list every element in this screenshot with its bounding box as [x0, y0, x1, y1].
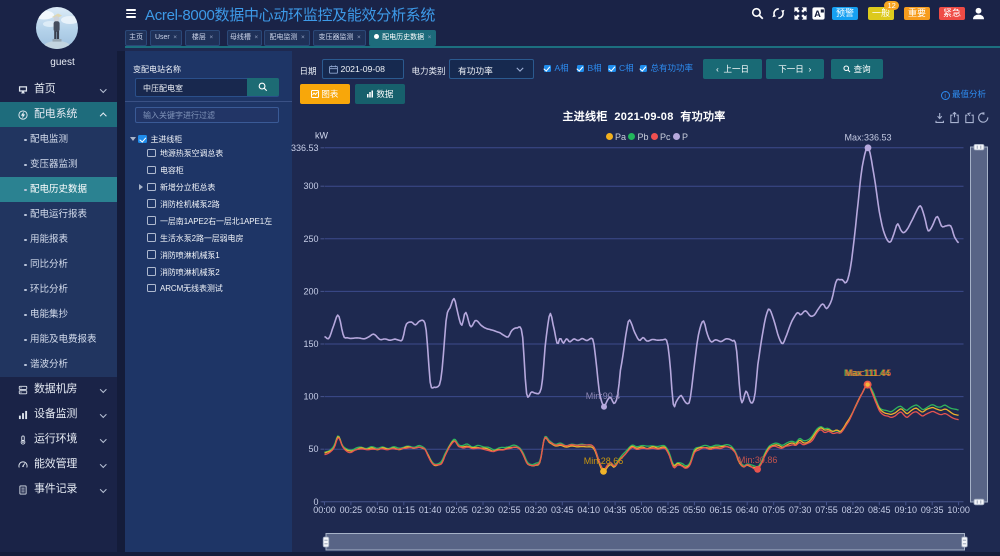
svg-text:A: A — [814, 9, 821, 19]
